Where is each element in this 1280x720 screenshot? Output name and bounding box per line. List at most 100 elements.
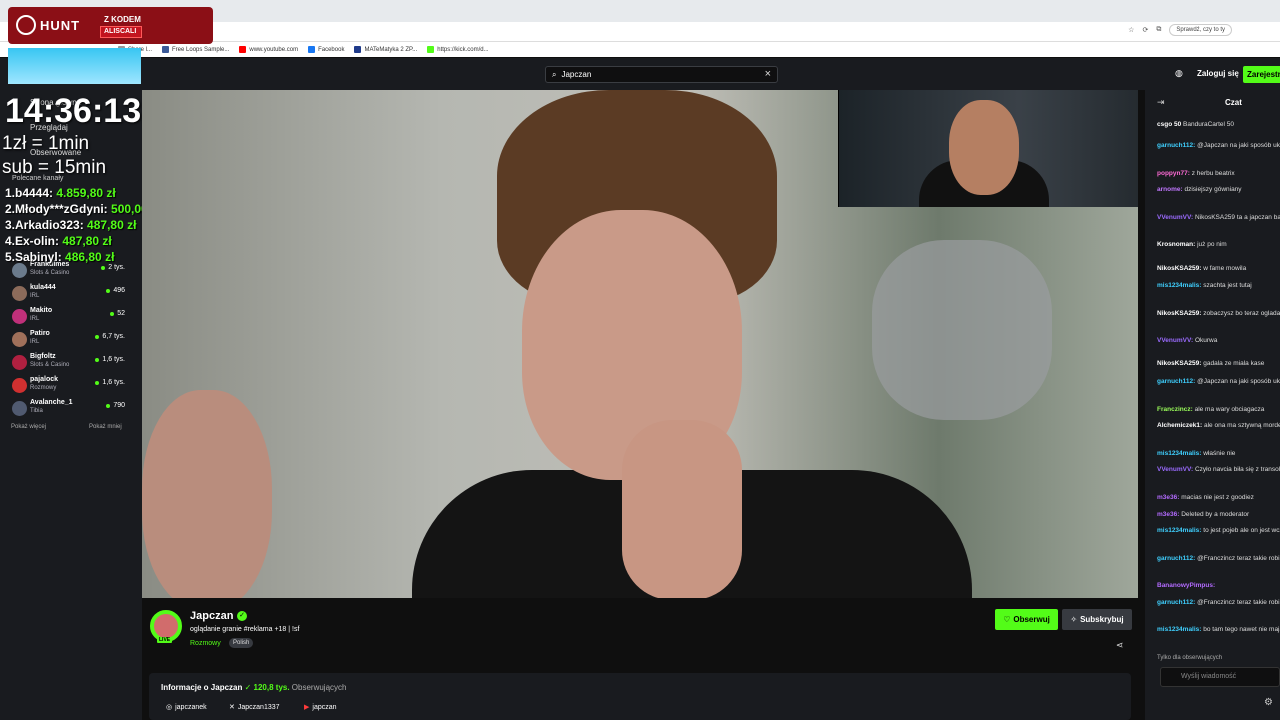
avatar (12, 401, 27, 416)
chat-username[interactable]: Krosnoman: (1157, 241, 1195, 248)
donor-row: 3.Arkadio323: 487,80 zł (5, 218, 137, 232)
chat-message: garnuch112: @Franczincz teraz takie robi… (1157, 553, 1280, 565)
reload-icon[interactable]: ⟳ (1142, 26, 1148, 34)
heart-icon: ♡ (1003, 615, 1011, 624)
bookmark-item[interactable]: MATeMatyka 2 ZP... (354, 46, 417, 53)
chat-username[interactable]: Franczincz: (1157, 406, 1193, 413)
chat-username[interactable]: garnuch112: (1157, 599, 1195, 606)
subscribe-button[interactable]: ✧ Subskrybuj (1062, 609, 1132, 630)
sponsor-logo: HUNT Z KODEM ALISCALI (8, 7, 213, 44)
chat-text: już po nim (1197, 241, 1227, 248)
chat-username[interactable]: csgo 50 (1157, 121, 1181, 128)
bookmark-item[interactable]: www.youtube.com (239, 46, 298, 53)
profile-pill[interactable]: Sprawdź, czy to ty (1169, 24, 1232, 36)
chat-username[interactable]: VVenumVV: (1157, 214, 1193, 221)
chat-input[interactable]: Wyślij wiadomość (1160, 667, 1280, 687)
chat-username[interactable]: BananowyPimpus: (1157, 582, 1215, 589)
chat-username[interactable]: NikosKSA259: (1157, 310, 1201, 317)
avatar (12, 286, 27, 301)
bookmark-item[interactable]: Free Loops Sample... (162, 46, 229, 53)
chat-message: m3e36: macias nie jest z goodiez (1157, 492, 1280, 504)
chat-username[interactable]: Alchemiczek1: (1157, 422, 1202, 429)
chat-username[interactable]: NikosKSA259: (1157, 265, 1201, 272)
sidebar-channel[interactable]: Makito IRL 52 (9, 307, 141, 329)
chat-message: Alchemiczek1: ale ona ma sztywną morde (1157, 420, 1280, 432)
chat-message: garnuch112: @Franczincz teraz takie robi… (1157, 597, 1280, 609)
avatar (12, 332, 27, 347)
sidebar-channel[interactable]: Patiro IRL 6,7 tys. (9, 330, 141, 352)
chat-text: Deleted by a moderator (1181, 511, 1250, 518)
facebook-icon (162, 46, 170, 53)
chat-username[interactable]: mis1234malis: (1157, 282, 1201, 289)
chat-username[interactable]: arnome: (1157, 186, 1183, 193)
login-button[interactable]: Zaloguj się (1197, 69, 1239, 78)
avatar (12, 263, 27, 278)
sidebar-channel[interactable]: Bigfoltz Slots & Casino 1,6 tys. (9, 353, 141, 375)
search-input[interactable]: ⌕ Japczan × (545, 66, 778, 83)
sidebar-channel[interactable]: kula444 IRL 496 (9, 284, 141, 306)
chat-text: ale ma wary obciagacza (1194, 406, 1265, 413)
chat-text: @Franczincz teraz takie robia (1197, 555, 1280, 562)
sidebar-channel[interactable]: Avalanche_1 Tibia 790 (9, 399, 141, 421)
clear-search-icon[interactable]: × (765, 68, 771, 80)
sidebar-channel[interactable]: pajalock Rozmowy 1,6 tys. (9, 376, 141, 398)
extensions-icon[interactable]: ⧉ (1156, 26, 1161, 34)
chat-username[interactable]: garnuch112: (1157, 142, 1195, 149)
stream-tag[interactable]: Polish (229, 638, 254, 648)
chat-username[interactable]: poppyn77: (1157, 170, 1190, 177)
stream-category[interactable]: Rozmowy (190, 640, 221, 647)
bookmarks-bar: Shore l... Free Loops Sample... www.yout… (0, 42, 1280, 57)
show-more-link[interactable]: Pokaż więcej (11, 424, 46, 430)
verified-icon: ✓ (244, 683, 252, 692)
chat-text: Okurwa (1194, 337, 1218, 344)
facebook-icon (308, 46, 316, 53)
chat-username[interactable]: garnuch112: (1157, 555, 1195, 562)
about-heading: Informacje o Japczan ✓ 120,8 tys. Obserw… (161, 683, 347, 692)
show-less-link[interactable]: Pokaż mniej (89, 424, 122, 430)
avatar (12, 355, 27, 370)
chat-username[interactable]: mis1234malis: (1157, 626, 1201, 633)
bookmark-item[interactable]: Facebook (308, 46, 344, 53)
chat-text: dzisiejszy gówniany (1184, 186, 1242, 193)
register-button[interactable]: Zarejestruj (1243, 66, 1280, 83)
promo-code: ALISCALI (100, 26, 142, 38)
verified-icon: ✓ (237, 611, 247, 621)
star-icon[interactable]: ☆ (1128, 26, 1134, 34)
language-icon[interactable]: ◍ (1175, 68, 1183, 79)
chat-message: mis1234malis: bo tam tego nawet nie maja (1157, 624, 1280, 636)
chat-message: NikosKSA259: gadala ze miala kase (1157, 358, 1280, 370)
chat-text: @Franczincz teraz takie robia (1197, 599, 1280, 606)
donor-row: 5.Sabinyl: 486,80 zł (5, 250, 115, 264)
instagram-link[interactable]: ◎ japczanek (166, 703, 207, 712)
document-icon (354, 46, 362, 53)
chat-username[interactable]: NikosKSA259: (1157, 360, 1201, 367)
chat-text: szachta jest tutaj (1203, 282, 1252, 289)
bookmark-item[interactable]: https://kick.com/d... (427, 46, 489, 53)
browser-toolbar: ☆ ⟳ ⧉ Sprawdź, czy to ty (1128, 24, 1232, 36)
chat-message: poppyn77: z herbu beatrix (1157, 168, 1280, 180)
chat-username[interactable]: VVenumVV: (1157, 466, 1193, 473)
chat-username[interactable]: mis1234malis: (1157, 450, 1201, 457)
avatar (12, 309, 27, 324)
sidebar-channel[interactable]: Frankdimes Slots & Casino 2 tys. (9, 261, 141, 283)
share-icon[interactable]: ⋖ (1116, 640, 1124, 651)
chat-text: macias nie jest z goodiez (1181, 494, 1254, 501)
chat-username[interactable]: VVenumVV: (1157, 337, 1193, 344)
chat-username[interactable]: m3e36: (1157, 511, 1179, 518)
chat-message: BananowyPimpus: (1157, 580, 1280, 592)
subathon-timer: 14:36:13 (5, 92, 142, 130)
x-link[interactable]: ✕ Japczan1337 (229, 703, 280, 712)
chat-username[interactable]: m3e36: (1157, 494, 1179, 501)
chat-message: mis1234malis: właśnie nie (1157, 448, 1280, 460)
follow-button[interactable]: ♡ Obserwuj (995, 609, 1058, 630)
chat-message: NikosKSA259: w fame mowila (1157, 263, 1280, 275)
stream-title: oglądanie granie #reklama +18 | !sf (190, 626, 300, 633)
gear-icon[interactable]: ⚙ (1264, 697, 1273, 708)
youtube-link[interactable]: ▶ japczan (304, 703, 337, 712)
chat-message: garnuch112: @Japczan na jaki sposób ukła… (1157, 376, 1280, 388)
chat-text: @Japczan na jaki sposób układasz włosy (1197, 378, 1280, 385)
chat-username[interactable]: garnuch112: (1157, 378, 1195, 385)
collapse-chat-icon[interactable]: ⇥ (1157, 97, 1165, 108)
chat-username[interactable]: mis1234malis: (1157, 527, 1201, 534)
streamer-name[interactable]: Japczan (190, 610, 233, 622)
